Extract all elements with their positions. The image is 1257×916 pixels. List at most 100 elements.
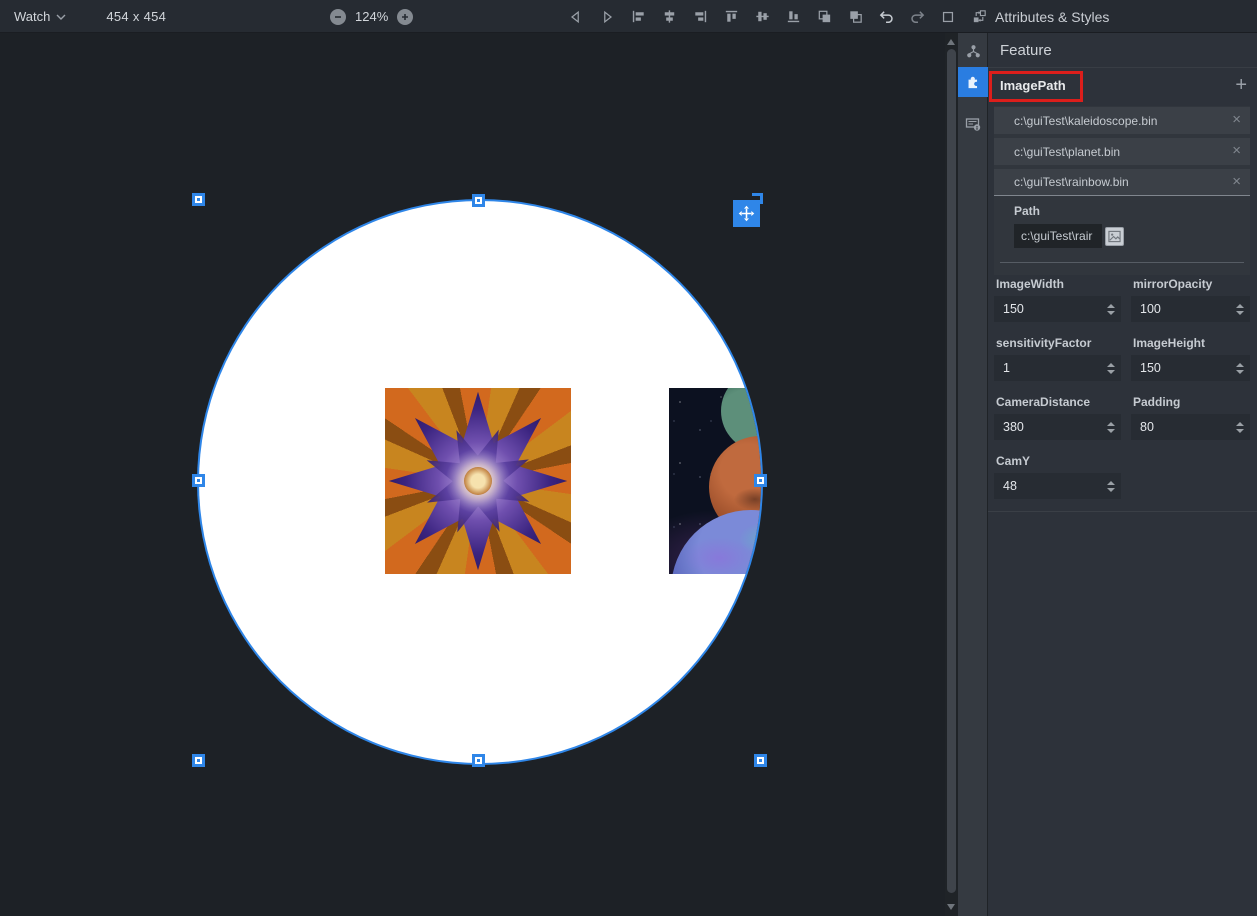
spin-up-icon[interactable] [1236, 304, 1244, 308]
component-swap-button[interactable] [969, 7, 989, 27]
stepper-arrows[interactable] [1107, 414, 1115, 440]
zoom-in-button[interactable] [397, 9, 413, 25]
spin-up-icon[interactable] [1107, 363, 1115, 367]
watchface-circle[interactable] [199, 201, 761, 763]
imagepath-list: c:\guiTest\kaleidoscope.bin × c:\guiTest… [994, 106, 1250, 275]
path-editor-label: Path [1014, 204, 1250, 218]
stepper-arrows[interactable] [1107, 355, 1115, 381]
spin-up-icon[interactable] [1236, 363, 1244, 367]
spin-down-icon[interactable] [1107, 488, 1115, 492]
field-sensitivityfactor: sensitivityFactor [994, 336, 1121, 381]
top-toolbar: Watch 454 x 454 124% [0, 0, 1257, 33]
imagewidth-input[interactable] [994, 296, 1121, 322]
send-backward-button[interactable] [845, 7, 865, 27]
selection-handle-middle-left[interactable] [192, 474, 205, 487]
zoom-out-button[interactable] [330, 9, 346, 25]
planet-image[interactable] [669, 388, 761, 574]
add-imagepath-button[interactable]: + [1231, 75, 1251, 95]
send-backward-icon [847, 8, 864, 25]
stop-button[interactable] [938, 7, 958, 27]
field-padding: Padding [1131, 395, 1250, 440]
stepper-arrows[interactable] [1236, 355, 1244, 381]
spin-up-icon[interactable] [1107, 422, 1115, 426]
align-center-vertical-button[interactable] [752, 7, 772, 27]
field-label: sensitivityFactor [996, 336, 1121, 350]
selection-handle-bottom-right[interactable] [754, 754, 767, 767]
attribute-fields: ImageWidth mirrorOpacity sensitivityFact… [994, 277, 1250, 499]
camy-input[interactable] [994, 473, 1121, 499]
feature-section-header: Feature [988, 33, 1257, 68]
scroll-down-arrow-icon[interactable] [947, 904, 955, 910]
selection-handle-top-center[interactable] [472, 194, 485, 207]
redo-button[interactable] [907, 7, 927, 27]
bring-forward-button[interactable] [814, 7, 834, 27]
redo-icon [909, 8, 926, 25]
property-name-label: ImagePath [1000, 78, 1066, 93]
path-input[interactable] [1014, 224, 1102, 248]
section-divider [988, 511, 1257, 512]
field-label: mirrorOpacity [1133, 277, 1250, 291]
stop-icon [940, 9, 956, 25]
selection-handle-bottom-left[interactable] [192, 754, 205, 767]
sensitivityfactor-input[interactable] [994, 355, 1121, 381]
align-top-button[interactable] [721, 7, 741, 27]
annotation-highlight-box: ImagePath [989, 71, 1083, 102]
watch-dropdown[interactable]: Watch [10, 7, 70, 26]
plus-icon [401, 13, 409, 21]
padding-input[interactable] [1131, 414, 1250, 440]
list-item-editing[interactable]: c:\guiTest\rainbow.bin × [994, 169, 1250, 196]
image-picker-button[interactable] [1105, 227, 1124, 246]
spin-down-icon[interactable] [1107, 370, 1115, 374]
spin-down-icon[interactable] [1236, 429, 1244, 433]
cameradistance-input[interactable] [994, 414, 1121, 440]
panel-title: Attributes & Styles [995, 0, 1109, 33]
stepper-arrows[interactable] [1236, 296, 1244, 322]
component-info-tool-button[interactable] [958, 109, 988, 139]
canvas-size-label: 454 x 454 [106, 9, 166, 24]
align-center-vertical-icon [754, 8, 771, 25]
move-selection-button[interactable] [733, 200, 760, 227]
stepper-arrows[interactable] [1236, 414, 1244, 440]
zoom-controls: 124% [330, 0, 413, 33]
scroll-up-arrow-icon[interactable] [947, 39, 955, 45]
list-item[interactable]: c:\guiTest\kaleidoscope.bin × [994, 107, 1250, 134]
stepper-arrows[interactable] [1107, 296, 1115, 322]
spin-up-icon[interactable] [1107, 481, 1115, 485]
imagepath-property-row: ImagePath + [988, 68, 1257, 105]
spin-down-icon[interactable] [1107, 429, 1115, 433]
previous-button[interactable] [566, 7, 586, 27]
canvas-vertical-scrollbar[interactable] [945, 33, 958, 916]
spin-down-icon[interactable] [1236, 311, 1244, 315]
design-canvas[interactable] [0, 33, 945, 916]
scrollbar-thumb[interactable] [947, 49, 956, 893]
path-editor: Path [994, 196, 1250, 248]
mirroropacity-input[interactable] [1131, 296, 1250, 322]
imageheight-input[interactable] [1131, 355, 1250, 381]
remove-item-button[interactable]: × [1230, 111, 1243, 128]
spin-up-icon[interactable] [1107, 304, 1115, 308]
previous-icon [568, 9, 584, 25]
spin-down-icon[interactable] [1107, 311, 1115, 315]
selection-handle-top-left[interactable] [192, 193, 205, 206]
hierarchy-tool-button[interactable] [958, 36, 988, 66]
plugin-tool-button[interactable] [958, 67, 988, 97]
next-button[interactable] [597, 7, 617, 27]
align-center-horizontal-icon [661, 8, 678, 25]
field-imageheight: ImageHeight [1131, 336, 1250, 381]
list-item[interactable]: c:\guiTest\planet.bin × [994, 138, 1250, 165]
puzzle-piece-icon [965, 74, 982, 91]
align-center-horizontal-button[interactable] [659, 7, 679, 27]
remove-item-button[interactable]: × [1230, 173, 1243, 190]
chevron-down-icon [56, 14, 66, 20]
align-bottom-button[interactable] [783, 7, 803, 27]
selection-handle-middle-right[interactable] [754, 474, 767, 487]
spin-down-icon[interactable] [1236, 370, 1244, 374]
undo-button[interactable] [876, 7, 896, 27]
stepper-arrows[interactable] [1107, 473, 1115, 499]
spin-up-icon[interactable] [1236, 422, 1244, 426]
selection-handle-bottom-center[interactable] [472, 754, 485, 767]
remove-item-button[interactable]: × [1230, 142, 1243, 159]
align-right-button[interactable] [690, 7, 710, 27]
align-left-button[interactable] [628, 7, 648, 27]
kaleidoscope-image[interactable] [385, 388, 571, 574]
